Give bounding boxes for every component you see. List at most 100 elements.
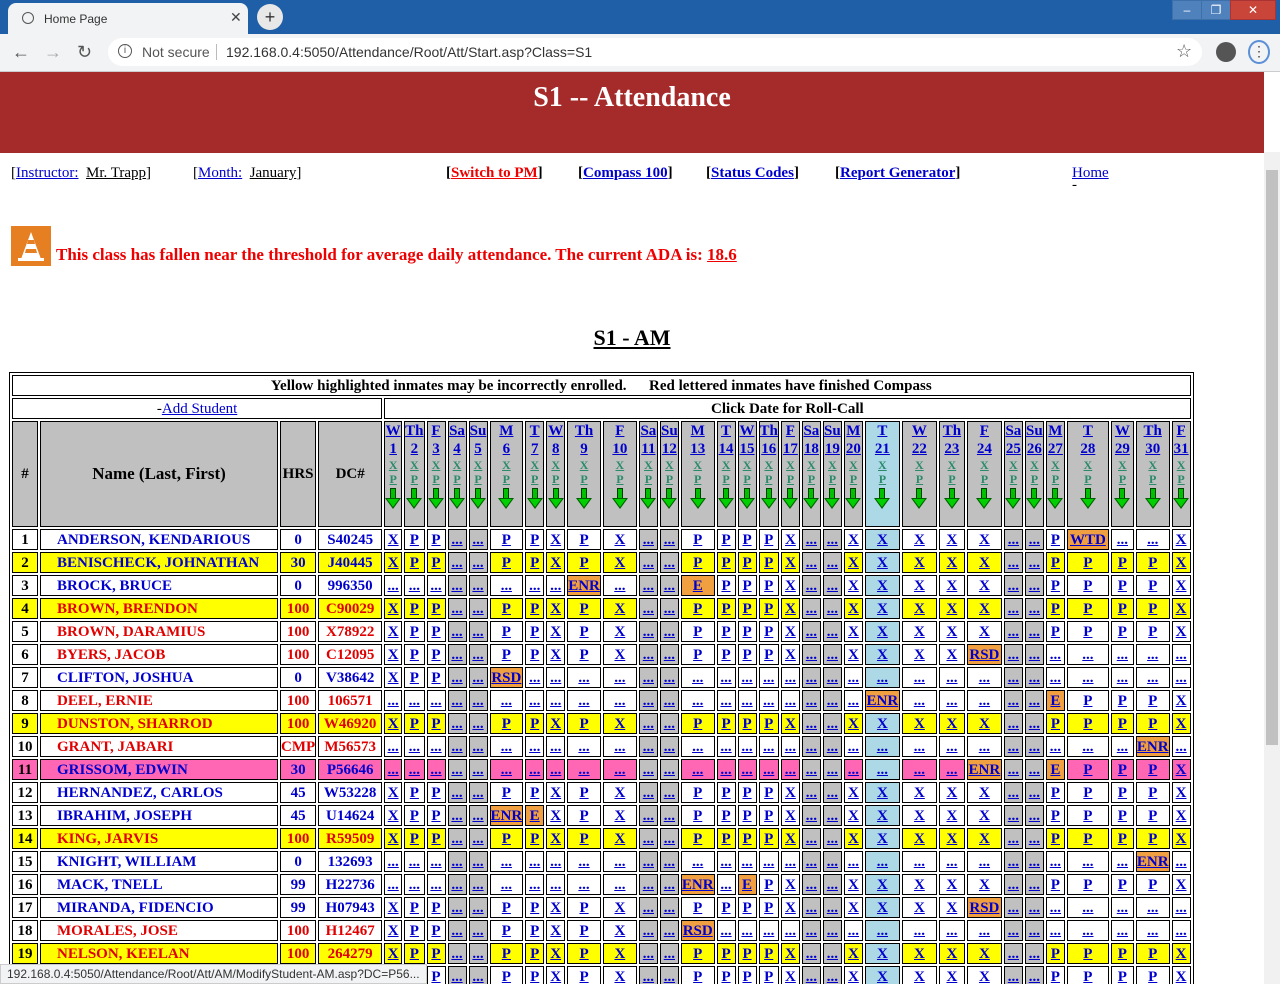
attendance-cell[interactable]: ...	[1135, 644, 1170, 665]
attendance-cell[interactable]: ...	[716, 851, 736, 872]
attendance-cell[interactable]: ...	[822, 736, 842, 757]
attendance-mark[interactable]: ...	[643, 670, 654, 686]
attendance-cell[interactable]: ...	[716, 874, 736, 895]
attendance-cell[interactable]: ...	[404, 851, 425, 872]
attendance-cell[interactable]: X	[780, 598, 800, 619]
attendance-mark[interactable]: X	[550, 601, 561, 617]
date-num-link-31[interactable]: 31	[1173, 440, 1190, 458]
attendance-mark[interactable]: P	[410, 923, 419, 939]
attendance-cell[interactable]: P	[1045, 828, 1065, 849]
attendance-cell[interactable]: X	[384, 897, 403, 918]
attendance-mark[interactable]: P	[1051, 877, 1060, 893]
mark-all-present-19[interactable]: P	[824, 472, 841, 486]
mark-all-absent-13[interactable]: X	[682, 458, 714, 472]
mark-all-present-4[interactable]: P	[449, 472, 466, 486]
attendance-mark[interactable]: P	[431, 923, 440, 939]
attendance-cell[interactable]: ...	[567, 874, 601, 895]
attendance-cell[interactable]: ...	[567, 690, 601, 711]
attendance-mark[interactable]: ...	[388, 693, 399, 709]
attendance-mark[interactable]: ...	[1008, 670, 1019, 686]
attendance-cell[interactable]: ENR	[1135, 736, 1170, 757]
info-icon[interactable]: i	[118, 44, 132, 58]
attendance-mark[interactable]: ...	[664, 969, 675, 984]
switch-to-pm-link[interactable]: Switch to PM	[451, 165, 538, 181]
attendance-mark[interactable]: ...	[946, 762, 957, 778]
attendance-mark[interactable]: ...	[1008, 969, 1019, 984]
attendance-cell[interactable]: X	[901, 966, 937, 984]
date-header-26[interactable]: Su 26 X P	[1024, 421, 1044, 527]
attendance-mark[interactable]: X	[979, 555, 990, 571]
attendance-cell[interactable]: ...	[447, 828, 467, 849]
attendance-cell[interactable]: X	[938, 874, 965, 895]
attendance-mark[interactable]: P	[1083, 969, 1092, 984]
attendance-cell[interactable]: X	[843, 598, 863, 619]
attendance-cell[interactable]: X	[1171, 828, 1191, 849]
attendance-cell[interactable]: X	[901, 782, 937, 803]
attendance-mark[interactable]: P	[579, 532, 588, 548]
attendance-mark[interactable]: ...	[451, 946, 462, 962]
mark-all-absent-10[interactable]: X	[604, 458, 636, 472]
attendance-mark[interactable]: X	[388, 647, 399, 663]
attendance-mark[interactable]: ...	[806, 555, 817, 571]
date-header-6[interactable]: M6XP	[489, 421, 524, 527]
attendance-cell[interactable]: X	[1171, 874, 1191, 895]
attendance-mark[interactable]: ...	[877, 739, 888, 755]
attendance-cell[interactable]: P	[404, 598, 425, 619]
attendance-mark[interactable]: ...	[1029, 831, 1040, 847]
attendance-mark[interactable]: ...	[741, 693, 752, 709]
attendance-cell[interactable]: ...	[659, 851, 679, 872]
attendance-cell[interactable]: X	[901, 897, 937, 918]
student-dc-number[interactable]: H12467	[318, 920, 383, 941]
attendance-cell[interactable]: ...	[1066, 667, 1109, 688]
attendance-cell[interactable]: P	[680, 897, 715, 918]
attendance-cell[interactable]: P	[1135, 621, 1170, 642]
attendance-mark[interactable]: P	[1083, 877, 1092, 893]
attendance-mark[interactable]: ...	[720, 762, 731, 778]
attendance-cell[interactable]: X	[864, 621, 900, 642]
attendance-cell[interactable]: ...	[758, 690, 779, 711]
attendance-cell[interactable]: ...	[801, 805, 821, 826]
attendance-mark[interactable]: ...	[1082, 647, 1093, 663]
attendance-cell[interactable]: P	[1045, 782, 1065, 803]
attendance-cell[interactable]: ...	[638, 759, 658, 780]
attendance-cell[interactable]: ...	[822, 713, 842, 734]
attendance-mark[interactable]: P	[764, 946, 773, 962]
attendance-mark[interactable]: ...	[430, 762, 441, 778]
attendance-cell[interactable]: ...	[659, 943, 679, 964]
attendance-cell[interactable]: ...	[489, 575, 524, 596]
attendance-cell[interactable]: ...	[602, 690, 637, 711]
attendance-mark[interactable]: X	[550, 647, 561, 663]
attendance-cell[interactable]: ...	[659, 736, 679, 757]
attendance-cell[interactable]: P	[758, 966, 779, 984]
attendance-cell[interactable]: ...	[468, 874, 488, 895]
attendance-cell[interactable]: X	[1171, 943, 1191, 964]
attendance-cell[interactable]: ...	[843, 851, 863, 872]
attendance-mark[interactable]: P	[530, 532, 539, 548]
attendance-mark[interactable]: ...	[806, 693, 817, 709]
attendance-mark[interactable]: ...	[1029, 739, 1040, 755]
attendance-mark[interactable]: ...	[409, 578, 420, 594]
attendance-mark[interactable]: P	[1083, 624, 1092, 640]
attendance-cell[interactable]: P	[426, 598, 446, 619]
attendance-cell[interactable]: X	[938, 713, 965, 734]
attendance-cell[interactable]: ...	[822, 759, 842, 780]
attendance-cell[interactable]: P	[489, 782, 524, 803]
attendance-mark[interactable]: P	[721, 624, 730, 640]
attendance-mark[interactable]: X	[1176, 601, 1187, 617]
attendance-mark[interactable]: ...	[720, 923, 731, 939]
attendance-mark[interactable]: ...	[827, 785, 838, 801]
attendance-cell[interactable]: P	[426, 667, 446, 688]
attendance-cell[interactable]: P	[716, 529, 736, 550]
attendance-mark[interactable]: X	[614, 624, 625, 640]
attendance-cell[interactable]: ...	[801, 644, 821, 665]
attendance-cell[interactable]: ...	[447, 552, 467, 573]
attendance-cell[interactable]: ...	[938, 920, 965, 941]
attendance-cell[interactable]: X	[1171, 552, 1191, 573]
attendance-mark[interactable]: P	[742, 624, 751, 640]
mark-all-present-26[interactable]: P	[1026, 472, 1043, 486]
attendance-cell[interactable]: X	[780, 644, 800, 665]
mark-all-present-3[interactable]: P	[428, 472, 445, 486]
student-dc-number[interactable]: V38642	[318, 667, 383, 688]
attendance-cell[interactable]: ...	[843, 690, 863, 711]
attendance-mark[interactable]: X	[1176, 877, 1187, 893]
